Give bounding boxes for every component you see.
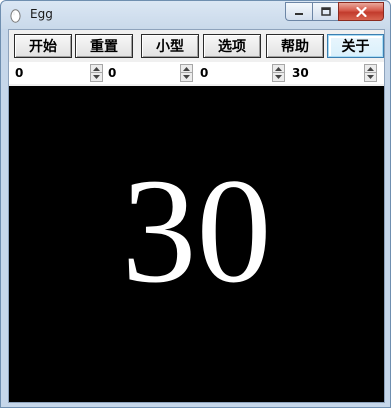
about-button[interactable]: 关于 [327, 34, 384, 58]
start-button[interactable]: 开始 [14, 34, 72, 58]
time-inputs-row: 0 0 0 30 [9, 62, 384, 84]
countdown-number: 30 [121, 148, 272, 314]
spin-up-icon [275, 66, 282, 71]
window-title: Egg [30, 7, 53, 21]
seconds-spinbox[interactable]: 30 [289, 64, 377, 82]
help-button[interactable]: 帮助 [266, 34, 324, 58]
hours-spin-arrows [180, 64, 193, 82]
spin-up-icon [93, 66, 100, 71]
minutes-spinbox[interactable]: 0 [197, 64, 285, 82]
spin-up-button[interactable] [180, 64, 193, 73]
spin-down-button[interactable] [364, 73, 377, 82]
app-window: Egg 开始 重置 小型 选项 帮助 关于 0 0 0 30 30 [0, 0, 391, 408]
days-value[interactable]: 0 [15, 66, 23, 80]
maximize-button[interactable] [312, 2, 338, 21]
minimize-icon [295, 12, 303, 15]
spin-down-icon [183, 75, 190, 79]
close-button[interactable] [338, 2, 384, 21]
spin-down-button[interactable] [272, 73, 285, 82]
spin-up-icon [183, 66, 190, 71]
close-icon [355, 6, 367, 17]
spin-down-icon [93, 75, 100, 79]
hours-spinbox[interactable]: 0 [105, 64, 193, 82]
minimize-button[interactable] [285, 2, 312, 21]
spin-down-button[interactable] [180, 73, 193, 82]
title-bar[interactable]: Egg [1, 1, 390, 29]
maximize-icon [320, 6, 331, 16]
minutes-value[interactable]: 0 [200, 66, 208, 80]
spin-down-button[interactable] [90, 73, 103, 82]
countdown-display: 30 [9, 86, 384, 402]
days-spin-arrows [90, 64, 103, 82]
options-button[interactable]: 选项 [203, 34, 261, 58]
seconds-spin-arrows [364, 64, 377, 82]
minutes-spin-arrows [272, 64, 285, 82]
spin-down-icon [367, 75, 374, 79]
spin-up-button[interactable] [90, 64, 103, 73]
seconds-value[interactable]: 30 [292, 66, 309, 80]
window-controls [285, 2, 384, 21]
spin-up-icon [367, 66, 374, 71]
client-area: 开始 重置 小型 选项 帮助 关于 0 0 0 30 30 [8, 29, 385, 403]
mini-button[interactable]: 小型 [141, 34, 199, 58]
reset-button[interactable]: 重置 [75, 34, 133, 58]
days-spinbox[interactable]: 0 [12, 64, 103, 82]
toolbar: 开始 重置 小型 选项 帮助 关于 [12, 34, 384, 58]
spin-down-icon [275, 75, 282, 79]
spin-up-button[interactable] [272, 64, 285, 73]
egg-icon [10, 9, 21, 23]
spin-up-button[interactable] [364, 64, 377, 73]
hours-value[interactable]: 0 [108, 66, 116, 80]
